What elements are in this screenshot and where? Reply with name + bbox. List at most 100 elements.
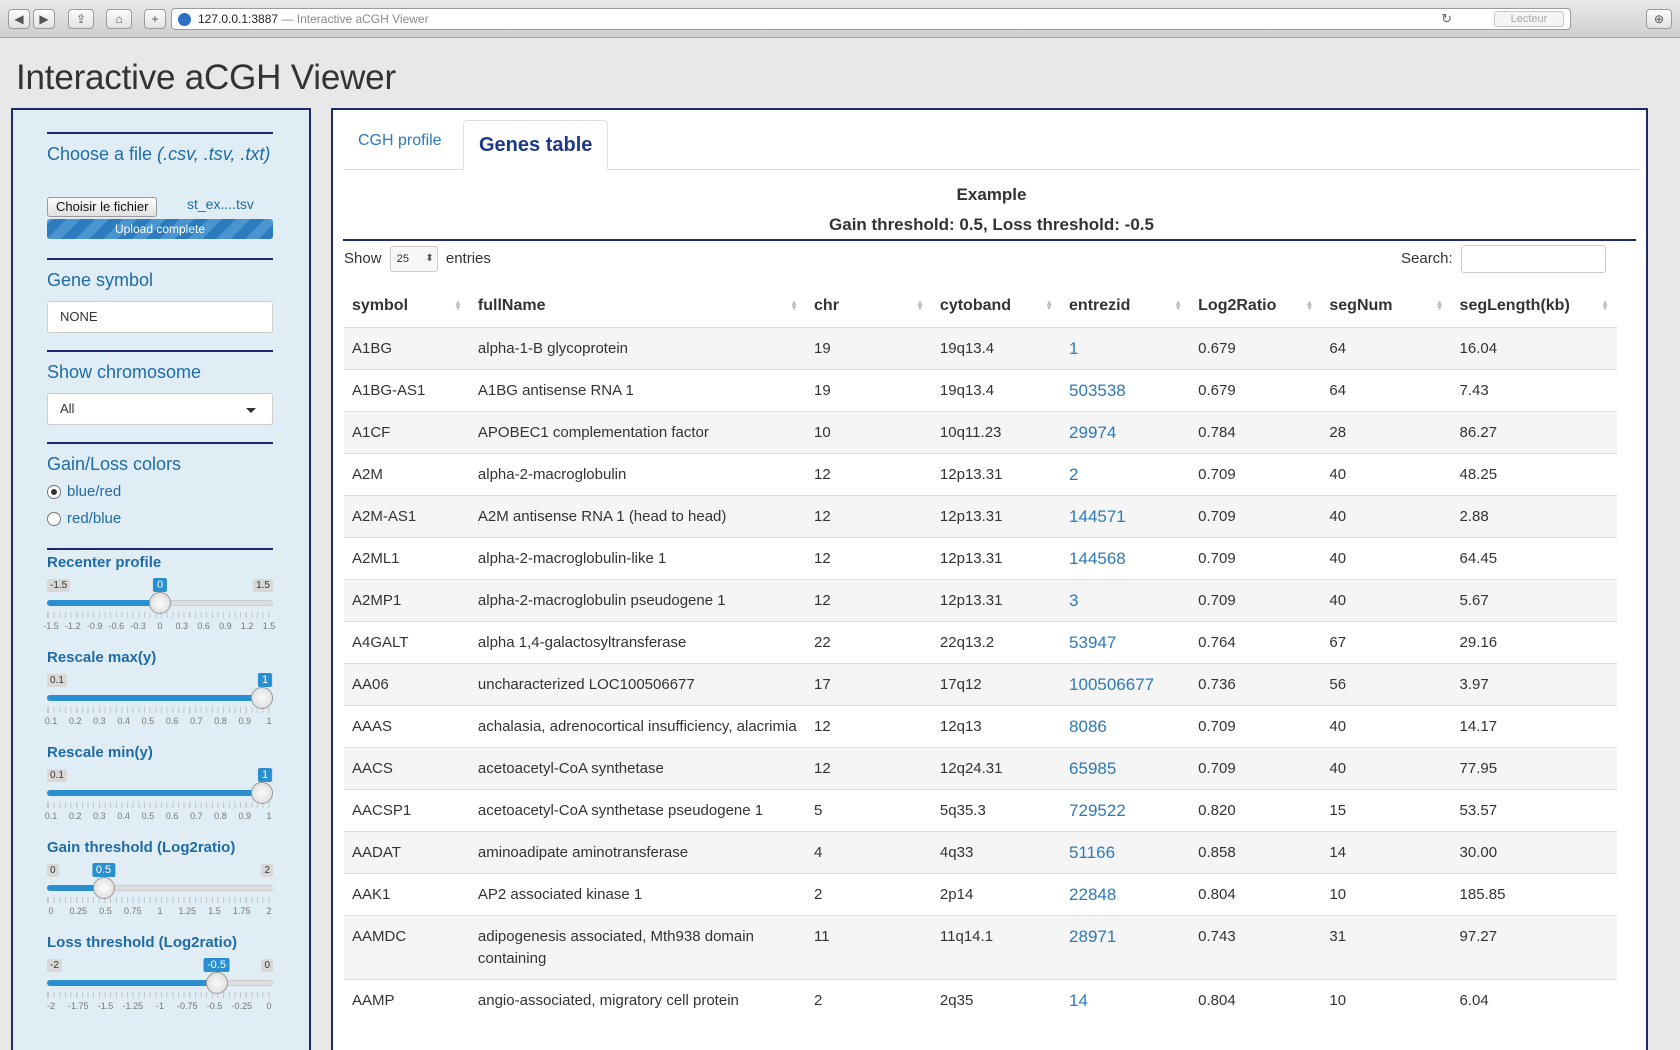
- cell-entrezid[interactable]: 1: [1061, 327, 1191, 369]
- slider-tick-label: 1.5: [262, 621, 276, 631]
- divider: [47, 258, 273, 260]
- rescale-min-slider[interactable]: Rescale min(y) 0.1 1 1 0.1 0.2 0.3 0.4 0.5 0.6 0.7…: [45, 744, 273, 821]
- tab-genes-table[interactable]: Genes table: [463, 120, 609, 170]
- home-icon[interactable]: ⌂: [106, 9, 132, 29]
- cell-entrezid[interactable]: 14: [1061, 979, 1190, 1021]
- colors-section: Gain/Loss colors blue/red red/blue: [47, 442, 273, 529]
- column-header-segnum[interactable]: segNum ▲ ▼: [1321, 285, 1451, 327]
- cell-log2ratio: 0.743: [1190, 915, 1322, 979]
- back-icon[interactable]: ◀: [8, 9, 30, 29]
- cell-entrezid[interactable]: 729522: [1061, 789, 1190, 831]
- loss-threshold-slider[interactable]: Loss threshold (Log2ratio) -2 0 -0.5 -2 -1.75…: [47, 934, 273, 1011]
- chromosome-select[interactable]: All: [47, 393, 273, 425]
- download-icon[interactable]: ⊕: [1646, 9, 1672, 29]
- cell-fullname: adipogenesis associated, Mth938 domain c…: [469, 915, 807, 979]
- cell-symbol: A4GALT: [352, 633, 409, 651]
- choose-file-button[interactable]: Choisir le fichier: [47, 197, 158, 217]
- slider-min-badge: -2: [47, 959, 62, 972]
- slider-max-badge: 2: [261, 864, 273, 877]
- cell-entrezid[interactable]: 144568: [1061, 537, 1190, 579]
- cell-cytoband: 5q35.3: [939, 801, 986, 819]
- cell-log2ratio: 0.709: [1198, 717, 1236, 735]
- slider-tick-labels: -1.5 -1.2 -0.9 -0.6 -0.3 0 0.3 0.6 0.9 1.2 1.5: [43, 621, 276, 631]
- radio-blue-red[interactable]: blue/red: [47, 483, 273, 502]
- table-row: A4GALT alpha 1,4-galactosyltransferase 22 2…: [344, 621, 1617, 663]
- add-tab-icon[interactable]: +: [144, 9, 166, 29]
- cell-entrezid[interactable]: 3: [1061, 579, 1191, 621]
- slider-tick-label: 1.25: [178, 906, 197, 916]
- gain-threshold-slider[interactable]: Gain threshold (Log2ratio) 0 2 0.5 0 0.25 0.5 0…: [47, 839, 273, 916]
- column-header-cytoband[interactable]: cytoband ▲ ▼: [932, 285, 1061, 327]
- slider-value-badge: -0.5: [203, 958, 230, 972]
- column-header-label: cytoband: [939, 296, 1012, 314]
- entries-select[interactable]: 25: [389, 246, 438, 273]
- slider-label: Rescale max(y): [47, 649, 157, 666]
- search-control: Search:: [1401, 244, 1606, 274]
- cell-seglength: 64.45: [1459, 549, 1498, 567]
- column-header-fullname[interactable]: fullName ▲ ▼: [470, 285, 806, 327]
- address-bar[interactable]: 127.0.0.1:3887 — Interactive aCGH Viewer…: [171, 8, 1571, 30]
- cell-seglength: 97.27: [1451, 915, 1617, 979]
- cell-chr: 22: [814, 633, 831, 651]
- cell-entrezid[interactable]: 100506677: [1061, 663, 1191, 705]
- cell-entrezid[interactable]: 22848: [1061, 873, 1190, 915]
- cell-symbol: AADAT: [344, 831, 470, 873]
- cell-log2ratio: 0.709: [1190, 495, 1322, 537]
- slider-tick-label: 1.2: [240, 621, 254, 631]
- slider-handle[interactable]: [251, 782, 273, 804]
- reader-button[interactable]: Lecteur: [1494, 11, 1564, 27]
- column-header-symbol[interactable]: symbol ▲ ▼: [344, 285, 470, 327]
- cell-entrezid[interactable]: 51166: [1061, 831, 1191, 873]
- cell-entrezid[interactable]: 503538: [1061, 369, 1190, 411]
- column-header-entrezid[interactable]: entrezid ▲ ▼: [1061, 285, 1190, 327]
- cell-fullname: acetoacetyl-CoA synthetase: [469, 747, 807, 789]
- recenter-slider[interactable]: Recenter profile -1.5 1.5 0 -1.5 -1.2 -0.9 -0.6…: [43, 554, 275, 631]
- radio-red-blue[interactable]: red/blue: [47, 510, 273, 529]
- slider-handle[interactable]: [205, 972, 228, 994]
- cell-segnum: 28: [1321, 411, 1452, 453]
- rescale-max-slider[interactable]: Rescale max(y) 0.1 1 1 0.1 0.2 0.3 0.4 0.5 0.6 0.7…: [45, 649, 273, 726]
- search-label: Search:: [1401, 250, 1453, 267]
- cell-entrezid[interactable]: 144571: [1061, 495, 1191, 537]
- cell-fullname: A1BG antisense RNA 1: [477, 381, 634, 399]
- cell-entrezid[interactable]: 29974: [1061, 411, 1191, 453]
- cell-fullname: alpha-2-macroglobulin: [477, 465, 627, 483]
- slider-label: Recenter profile: [47, 554, 162, 571]
- cell-log2ratio: 0.679: [1198, 381, 1236, 399]
- search-input[interactable]: [1460, 245, 1606, 274]
- slider-tick-label: 0.9: [238, 811, 252, 821]
- slider-ticks: [47, 802, 273, 808]
- slider-tick-label: -1.25: [122, 1001, 144, 1011]
- slider-tick-label: 0: [157, 621, 163, 631]
- column-header-label: symbol: [352, 296, 409, 314]
- slider-handle[interactable]: [149, 592, 171, 614]
- gene-symbol-input[interactable]: NONE: [47, 301, 273, 333]
- cell-entrezid[interactable]: 28971: [1061, 915, 1191, 979]
- cell-seglength: 185.85: [1459, 885, 1506, 903]
- reload-icon[interactable]: ↻: [1441, 9, 1452, 29]
- share-icon[interactable]: ⇪: [68, 9, 94, 29]
- cell-symbol: AA06: [344, 663, 470, 705]
- cell-entrezid[interactable]: 65985: [1061, 747, 1191, 789]
- cell-entrezid[interactable]: 2: [1061, 453, 1190, 495]
- column-header-seglength-kb[interactable]: segLength(kb) ▲ ▼: [1452, 285, 1617, 327]
- slider-tick-label: 0.5: [141, 811, 155, 821]
- slider-tick-label: -0.3: [130, 621, 146, 631]
- slider-max-badge: 0: [261, 959, 273, 972]
- slider-handle[interactable]: [251, 687, 273, 709]
- slider-max-badge: 1.5: [253, 579, 273, 592]
- column-header-chr[interactable]: chr ▲ ▼: [806, 285, 932, 327]
- slider-handle[interactable]: [92, 877, 115, 899]
- cell-segnum: 40: [1321, 495, 1452, 537]
- cell-entrezid[interactable]: 53947: [1061, 621, 1190, 663]
- cell-entrezid[interactable]: 8086: [1061, 705, 1190, 747]
- entries-label: entries: [445, 250, 491, 267]
- slider-tick-label: -1.5: [43, 621, 59, 631]
- slider-tick-label: -0.9: [86, 621, 103, 631]
- tab-cgh-profile[interactable]: CGH profile: [343, 120, 457, 170]
- forward-icon[interactable]: ▶: [33, 9, 55, 29]
- cell-seglength: 53.57: [1459, 801, 1498, 819]
- column-header-log2ratio[interactable]: Log2Ratio ▲ ▼: [1190, 285, 1321, 327]
- slider-fill: [47, 695, 273, 701]
- cell-seglength: 77.95: [1451, 747, 1617, 789]
